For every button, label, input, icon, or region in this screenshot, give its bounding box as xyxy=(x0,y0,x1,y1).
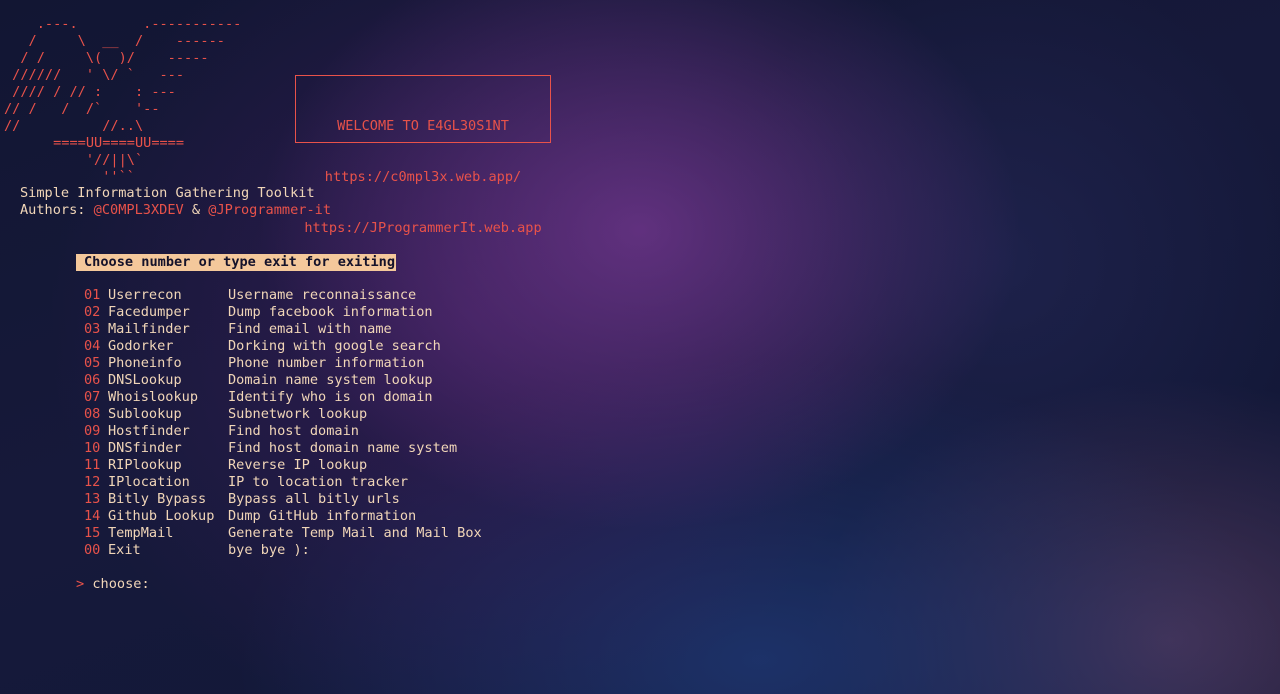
menu-item-name: TempMail xyxy=(108,525,174,541)
menu-item-number: 08 xyxy=(84,406,101,422)
menu-item-number: 10 xyxy=(84,440,101,456)
menu-item-number: 06 xyxy=(84,372,101,388)
menu-item-name: Facedumper xyxy=(108,304,190,320)
menu-item: 09 Hostfinder Find host domain xyxy=(84,423,482,440)
prompt-arrow-icon: > xyxy=(76,576,85,592)
menu-item-number: 03 xyxy=(84,321,101,337)
menu-item-name: Hostfinder xyxy=(108,423,190,439)
choose-input-label[interactable]: choose: xyxy=(92,576,149,592)
menu-item-number: 04 xyxy=(84,338,101,354)
menu-item: 14 Github Lookup Dump GitHub information xyxy=(84,508,482,525)
menu-item: 05 Phoneinfo Phone number information xyxy=(84,355,482,372)
menu-item-name: RIPlookup xyxy=(108,457,182,473)
welcome-title: WELCOME TO E4GL30S1NT xyxy=(337,118,509,134)
tool-tagline: Simple Information Gathering Toolkit xyxy=(20,185,315,201)
menu-item-name: Whoislookup xyxy=(108,389,199,405)
menu-item-number: 14 xyxy=(84,508,101,524)
menu-item-description: Find email with name xyxy=(228,321,392,337)
menu-item-description: Phone number information xyxy=(228,355,425,371)
welcome-link-2: https://JProgrammerIt.web.app xyxy=(304,220,542,236)
menu-item: 08 Sublookup Subnetwork lookup xyxy=(84,406,482,423)
menu-item-name: Phoneinfo xyxy=(108,355,182,371)
eagle-ascii-logo: .---. .----------- / \ __ / ------ / / \… xyxy=(4,16,242,185)
menu-item: 00 Exit bye bye ): xyxy=(84,542,482,559)
choose-prompt-banner: Choose number or type exit for exiting xyxy=(76,254,396,271)
author-2: @JProgrammer-it xyxy=(208,202,332,218)
menu-item-name: Godorker xyxy=(108,338,174,354)
menu-item-name: Exit xyxy=(108,542,141,558)
menu-item-description: Find host domain name system xyxy=(228,440,458,456)
menu-item-number: 02 xyxy=(84,304,101,320)
menu-item-name: Userrecon xyxy=(108,287,182,303)
menu-item-name: DNSfinder xyxy=(108,440,182,456)
menu-item-description: Dump GitHub information xyxy=(228,508,417,524)
menu-item: 03 Mailfinder Find email with name xyxy=(84,321,482,338)
menu-item-name: IPlocation xyxy=(108,474,190,490)
menu-item-description: Username reconnaissance xyxy=(228,287,417,303)
menu-item-description: Find host domain xyxy=(228,423,359,439)
welcome-box: WELCOME TO E4GL30S1NT https://c0mpl3x.we… xyxy=(295,75,551,236)
author-1: @C0MPL3XDEV xyxy=(93,202,184,218)
tool-menu-list: 01 Userrecon Username reconnaissance 02 Face… xyxy=(84,287,482,559)
menu-item: 15 TempMail Generate Temp Mail and Mail Bo… xyxy=(84,525,482,542)
menu-item: 13 Bitly Bypass Bypass all bitly urls xyxy=(84,491,482,508)
authors-label: Authors: xyxy=(20,202,94,218)
menu-item: 10 DNSfinder Find host domain name system xyxy=(84,440,482,457)
menu-item: 06 DNSLookup Domain name system lookup xyxy=(84,372,482,389)
menu-item-name: Bitly Bypass xyxy=(108,491,207,507)
menu-item-description: Generate Temp Mail and Mail Box xyxy=(228,525,482,541)
menu-item-number: 15 xyxy=(84,525,101,541)
menu-item-number: 13 xyxy=(84,491,101,507)
menu-item-number: 01 xyxy=(84,287,101,303)
menu-item-description: Identify who is on domain xyxy=(228,389,433,405)
menu-item-description: Dump facebook information xyxy=(228,304,433,320)
menu-item-number: 12 xyxy=(84,474,101,490)
welcome-link-1: https://c0mpl3x.web.app/ xyxy=(324,169,522,185)
menu-item-description: Dorking with google search xyxy=(228,338,441,354)
menu-item-description: bye bye ): xyxy=(228,542,310,558)
menu-item-description: IP to location tracker xyxy=(228,474,409,490)
menu-item: 12 IPlocation IP to location tracker xyxy=(84,474,482,491)
menu-item-name: Github Lookup xyxy=(108,508,215,524)
menu-item-number: 09 xyxy=(84,423,101,439)
menu-item: 11 RIPlookup Reverse IP lookup xyxy=(84,457,482,474)
menu-item-name: Sublookup xyxy=(108,406,182,422)
authors-separator: & xyxy=(183,202,209,218)
menu-item: 07 Whoislookup Identify who is on domain xyxy=(84,389,482,406)
menu-item: 04 Godorker Dorking with google search xyxy=(84,338,482,355)
menu-item: 02 Facedumper Dump facebook information xyxy=(84,304,482,321)
menu-item-description: Subnetwork lookup xyxy=(228,406,368,422)
menu-item-description: Domain name system lookup xyxy=(228,372,433,388)
menu-item: 01 Userrecon Username reconnaissance xyxy=(84,287,482,304)
menu-item-number: 07 xyxy=(84,389,101,405)
menu-item-number: 05 xyxy=(84,355,101,371)
menu-item-number: 00 xyxy=(84,542,101,558)
authors-line: Authors: @C0MPL3XDEV & @JProgrammer-it xyxy=(20,202,331,219)
menu-item-name: DNSLookup xyxy=(108,372,182,388)
menu-item-number: 11 xyxy=(84,457,101,473)
menu-item-name: Mailfinder xyxy=(108,321,190,337)
choose-input-line[interactable]: > choose: xyxy=(76,576,150,593)
menu-item-description: Reverse IP lookup xyxy=(228,457,368,473)
menu-item-description: Bypass all bitly urls xyxy=(228,491,400,507)
